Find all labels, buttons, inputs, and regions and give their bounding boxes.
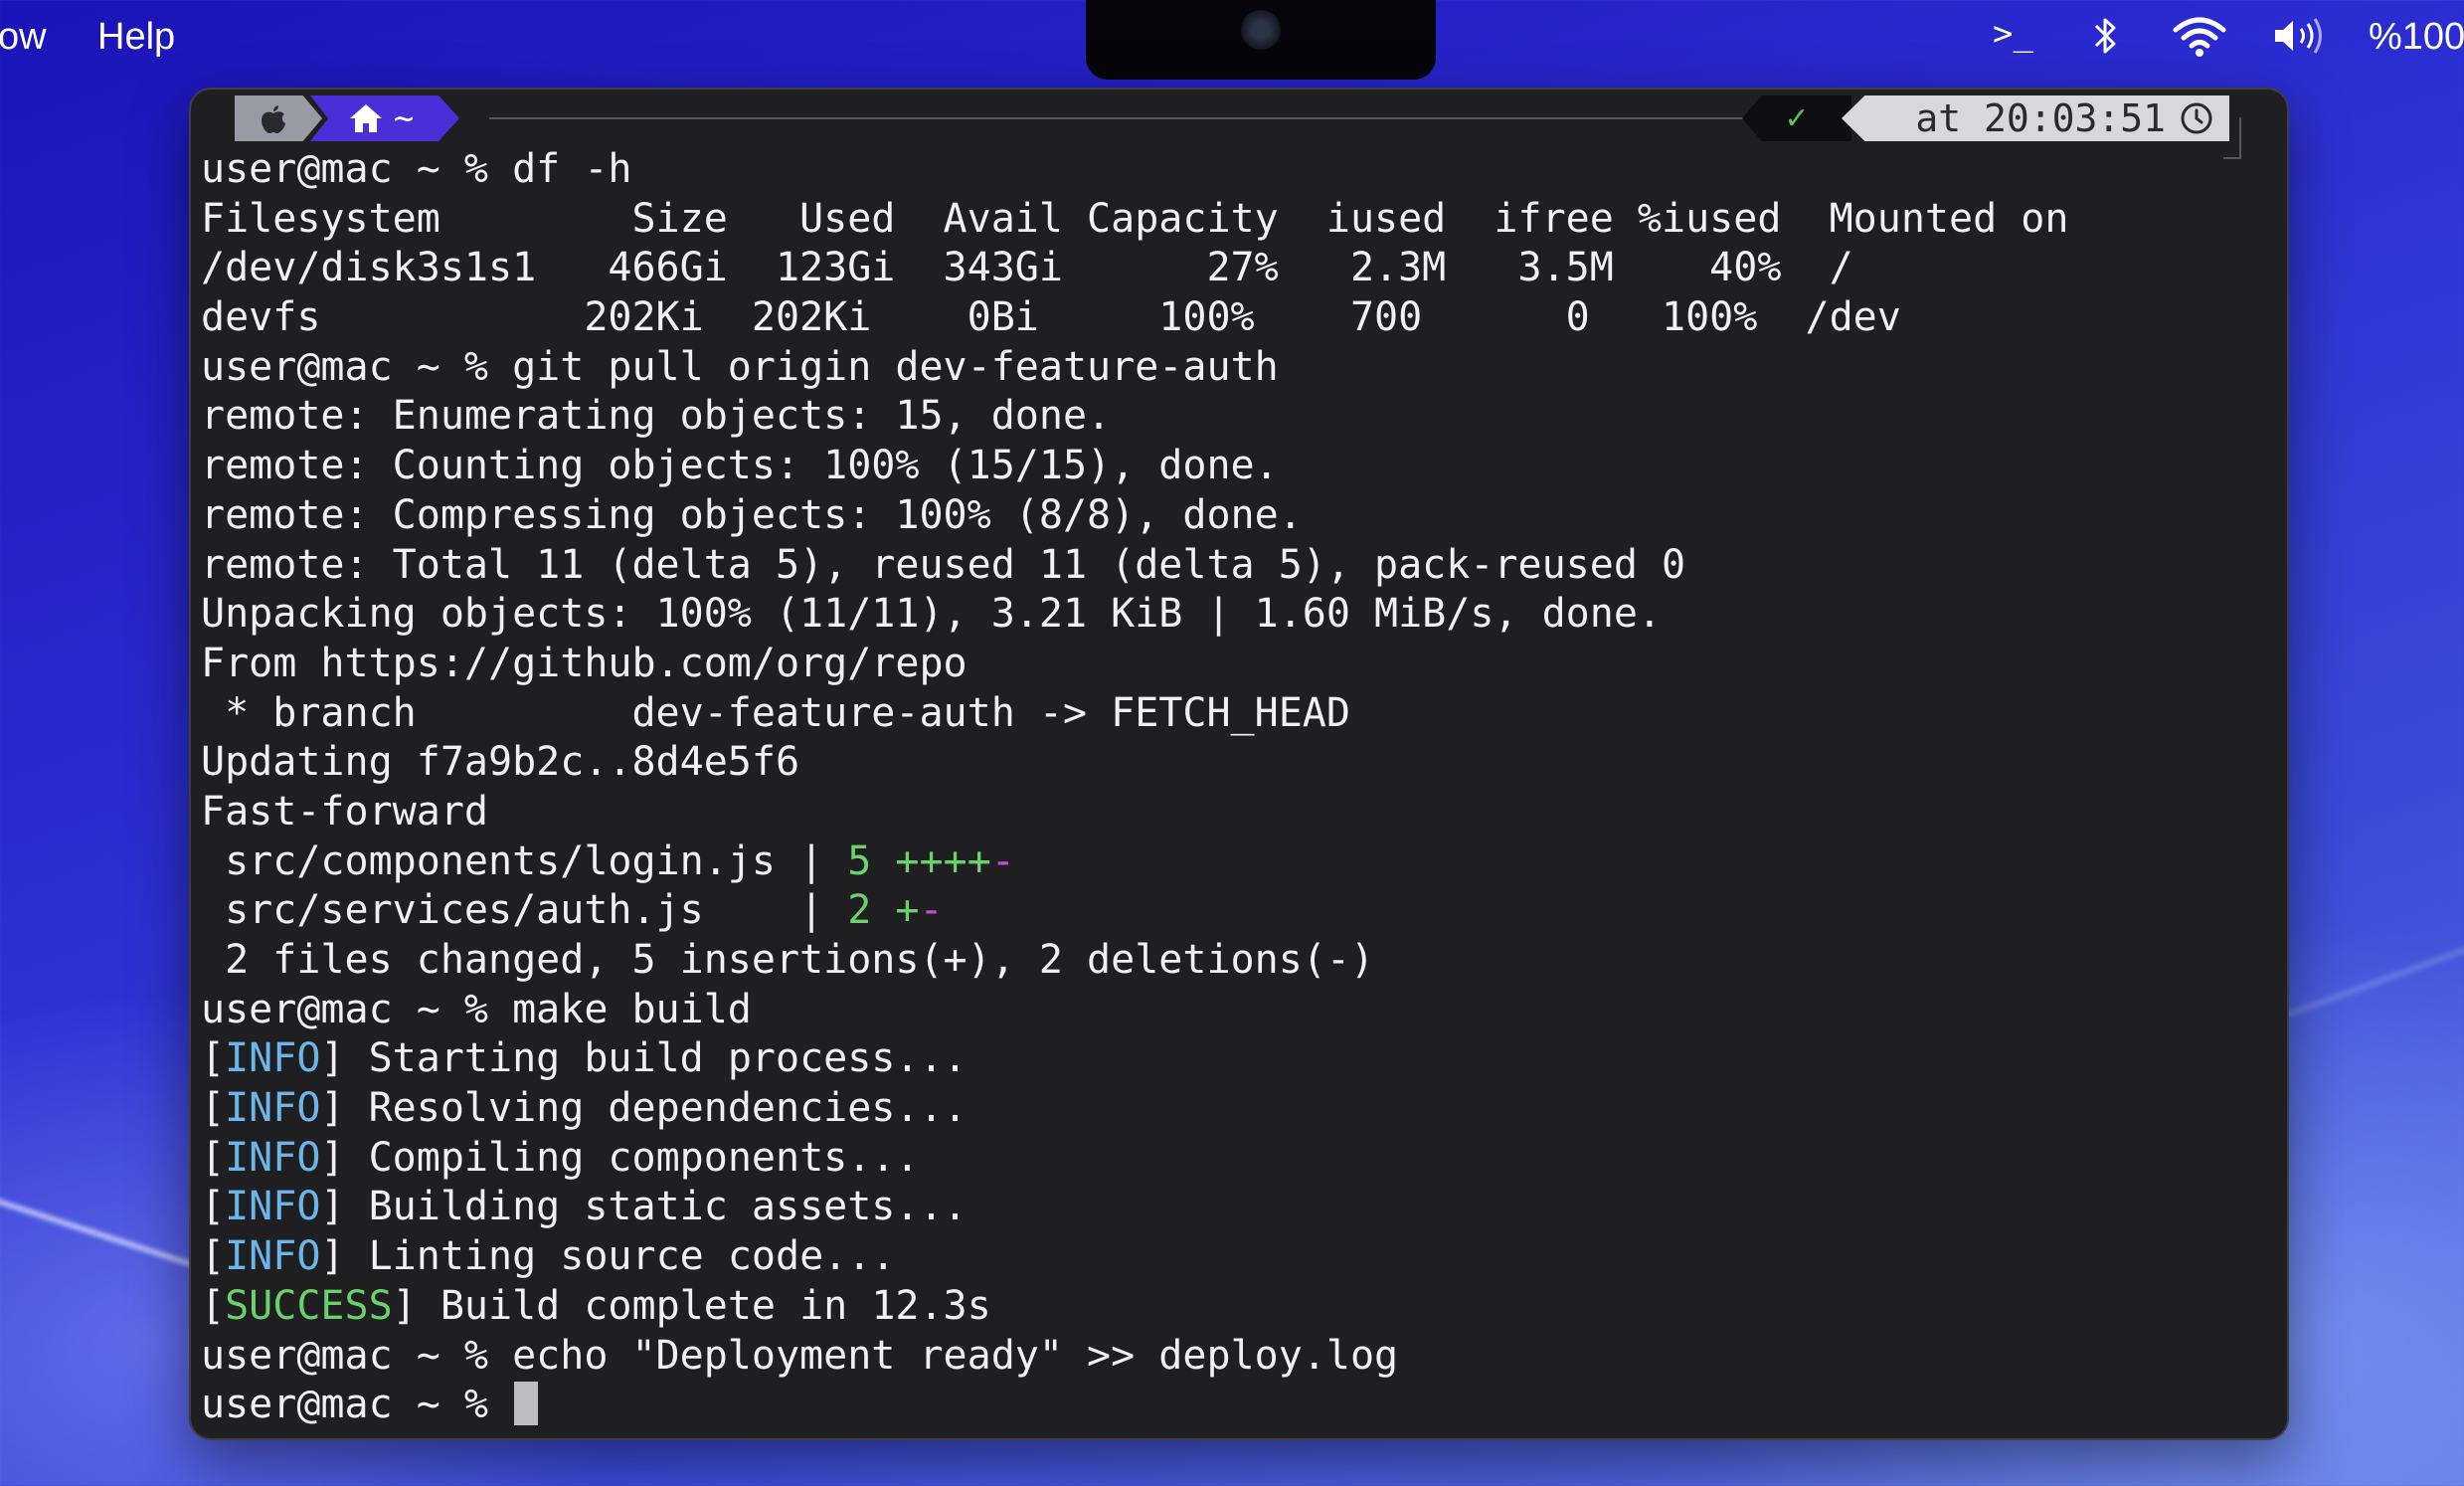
bluetooth-icon[interactable] [2092, 14, 2120, 58]
log-line: [INFO] Starting build process... [201, 1034, 2068, 1084]
text-segment: ] Building static assets... [320, 1184, 968, 1230]
terminal-output[interactable]: user@mac ~ % df -h Filesystem Size Used A… [201, 145, 2068, 1430]
text-segment: - [919, 887, 944, 934]
text-segment: ] Starting build process... [320, 1035, 968, 1082]
prompt-path: ~ [393, 98, 415, 138]
text-segment: src/services/auth.js | [201, 887, 848, 934]
text-segment: user@mac ~ % make build [201, 986, 752, 1032]
text-segment: INFO [225, 1085, 321, 1132]
text-segment: ] Compiling components... [320, 1134, 920, 1181]
prompt-os-segment [235, 95, 322, 141]
text-segment: ] Resolving dependencies... [320, 1085, 968, 1132]
terminal-window[interactable]: ~ ✓ at 20:03:51 user@mac ~ % df -h Filesy… [189, 88, 2289, 1440]
apple-icon [262, 105, 285, 133]
cmd-make: user@mac ~ % make build [201, 986, 2068, 1035]
volume-icon[interactable] [2271, 14, 2331, 58]
text-segment: Filesystem Size Used Avail Capacity iuse… [201, 195, 2069, 242]
output-line: remote: Enumerating objects: 15, done. [201, 392, 2068, 442]
text-segment: Fast-forward [201, 788, 488, 835]
output-line: Unpacking objects: 100% (11/11), 3.21 Ki… [201, 590, 2068, 640]
text-segment: [ [201, 1035, 226, 1082]
diffstat-line: src/services/auth.js | 2 +- [201, 886, 2068, 936]
prompt-time: at 20:03:51 [1915, 96, 2166, 140]
log-line: [INFO] Resolving dependencies... [201, 1084, 2068, 1134]
menu-window[interactable]: ow [0, 16, 47, 59]
text-segment: 2 + [847, 887, 920, 934]
text-segment: [ [201, 1085, 226, 1132]
text-segment: INFO [225, 1233, 321, 1280]
text-segment: * branch dev-feature-auth -> FETCH_HEAD [201, 689, 1350, 736]
df-header: Filesystem Size Used Avail Capacity iuse… [201, 195, 2068, 245]
df-row: /dev/disk3s1s1 466Gi 123Gi 343Gi 27% 2.3… [201, 244, 2068, 293]
df-row: devfs 202Ki 202Ki 0Bi 100% 700 0 100% /d… [201, 293, 2068, 343]
log-line: [INFO] Compiling components... [201, 1134, 2068, 1184]
text-segment: /dev/disk3s1s1 466Gi 123Gi 343Gi 27% 2.3… [201, 245, 1853, 291]
menu-help[interactable]: Help [97, 16, 175, 59]
text-segment: INFO [225, 1134, 321, 1181]
text-segment: user@mac ~ % df -h [201, 146, 632, 192]
log-line: [INFO] Linting source code... [201, 1232, 2068, 1282]
text-segment: remote: Enumerating objects: 15, done. [201, 393, 1112, 440]
menu-bar: ow Help >_ %100 [0, 0, 2464, 80]
output-line: remote: Counting objects: 100% (15/15), … [201, 442, 2068, 491]
text-segment: Updating f7a9b2c..8d4e5f6 [201, 739, 800, 786]
text-segment: devfs 202Ki 202Ki 0Bi 100% 700 0 100% /d… [201, 294, 1901, 341]
home-icon [349, 104, 382, 132]
output-line: Fast-forward [201, 788, 2068, 837]
text-segment: [ [201, 1233, 226, 1280]
text-segment: Unpacking objects: 100% (11/11), 3.21 Ki… [201, 591, 1663, 638]
log-line: [SUCCESS] Build complete in 12.3s [201, 1282, 2068, 1332]
prompt-status-segment: ✓ [1742, 95, 1851, 141]
text-segment: [ [201, 1134, 226, 1181]
text-segment: SUCCESS [225, 1282, 393, 1329]
text-cursor [514, 1382, 539, 1426]
text-segment: src/components/login.js | [201, 837, 848, 884]
text-segment: INFO [225, 1035, 321, 1082]
clock-icon [2181, 102, 2212, 134]
battery-status[interactable]: %100 [2369, 16, 2464, 59]
prompt-path-segment: ~ [310, 95, 459, 141]
current-prompt: user@mac ~ % [201, 1381, 2068, 1430]
diffstat-line: src/components/login.js | 5 ++++- [201, 837, 2068, 887]
text-segment: remote: Compressing objects: 100% (8/8),… [201, 491, 1303, 538]
text-segment: ] Linting source code... [320, 1233, 896, 1280]
wifi-icon[interactable] [2172, 14, 2227, 58]
text-segment: user@mac ~ % echo "Deployment ready" >> … [201, 1332, 1399, 1379]
text-segment: remote: Total 11 (delta 5), reused 11 (d… [201, 541, 1686, 588]
text-segment: [ [201, 1184, 226, 1230]
text-segment: From https://github.com/org/repo [201, 640, 968, 686]
output-line: 2 files changed, 5 insertions(+), 2 dele… [201, 936, 2068, 986]
log-line: [INFO] Building static assets... [201, 1183, 2068, 1232]
cmd-git-pull: user@mac ~ % git pull origin dev-feature… [201, 343, 2068, 393]
cmd-echo: user@mac ~ % echo "Deployment ready" >> … [201, 1332, 2068, 1382]
output-line: From https://github.com/org/repo [201, 640, 2068, 689]
prompt-time-segment: at 20:03:51 [1842, 95, 2229, 141]
terminal-icon[interactable]: >_ [1993, 14, 2033, 54]
text-segment: ] Build complete in 12.3s [392, 1282, 991, 1329]
text-segment: user@mac ~ % [201, 1382, 513, 1428]
checkmark-icon: ✓ [1784, 100, 1810, 136]
output-line: Updating f7a9b2c..8d4e5f6 [201, 738, 2068, 788]
text-segment: 2 files changed, 5 insertions(+), 2 dele… [201, 937, 1375, 983]
output-line: remote: Compressing objects: 100% (8/8),… [201, 491, 2068, 541]
output-line: remote: Total 11 (delta 5), reused 11 (d… [201, 541, 2068, 591]
text-segment: - [990, 837, 1015, 884]
cmd-df: user@mac ~ % df -h [201, 145, 2068, 195]
text-segment: user@mac ~ % git pull origin dev-feature… [201, 343, 1279, 390]
text-segment: [ [201, 1282, 226, 1329]
text-segment: INFO [225, 1184, 321, 1230]
text-segment: 5 ++++ [847, 837, 991, 884]
output-line: * branch dev-feature-auth -> FETCH_HEAD [201, 689, 2068, 739]
text-segment: remote: Counting objects: 100% (15/15), … [201, 443, 1279, 489]
camera-icon [1241, 10, 1281, 50]
